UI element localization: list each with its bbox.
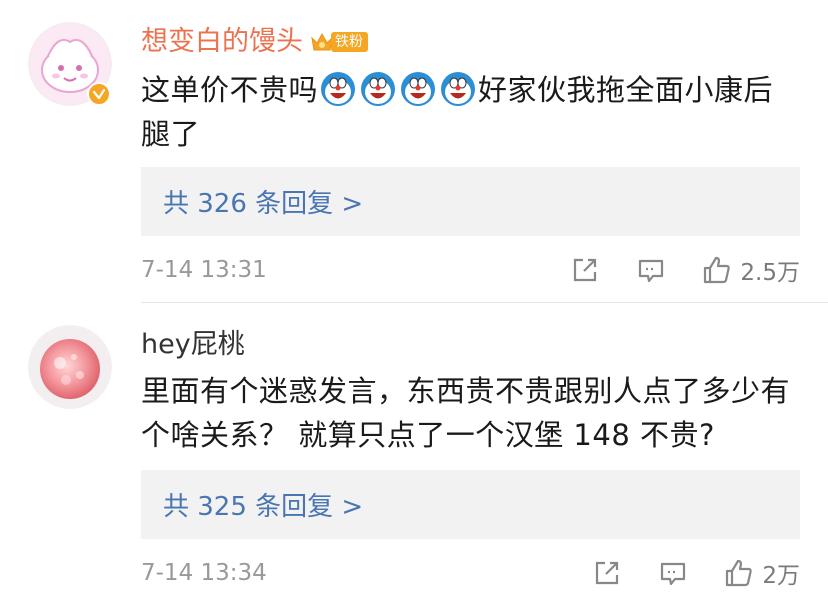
like-button[interactable]: 2.5万	[702, 253, 800, 287]
comment-item: hey屁桃 里面有个迷惑发言，东西贵不贵跟别人点了多少有个啥关系？ 就算只点了一…	[0, 303, 828, 615]
username-row: 想变白的馒头 铁粉	[141, 24, 368, 60]
fan-badge-label: 铁粉	[331, 32, 368, 52]
timestamp: 7-14 13:31	[141, 257, 267, 283]
comment-text: 里面有个迷惑发言，东西贵不贵跟别人点了多少有个啥关系？ 就算只点了一个汉堡 14…	[141, 374, 791, 452]
thumbs-up-icon	[726, 559, 753, 587]
share-icon	[574, 258, 597, 282]
share-icon	[596, 561, 619, 585]
view-replies-button[interactable]: 共 325 条回复 >	[141, 470, 800, 539]
replies-label: 共 326 条回复 >	[163, 189, 364, 219]
avatar-peach-image	[28, 325, 112, 409]
comment-text-part: 这单价不贵吗	[141, 73, 319, 107]
comment-actions: 2万	[592, 556, 800, 590]
username-row: hey屁桃	[141, 327, 245, 363]
like-count: 2.5万	[740, 260, 800, 286]
like-count: 2万	[762, 563, 800, 589]
verified-badge-icon	[87, 82, 111, 106]
comment-meta: 7-14 13:31 2.5万	[141, 253, 800, 287]
comment-button[interactable]	[658, 558, 688, 588]
comment-icon	[639, 259, 664, 283]
share-button[interactable]	[592, 558, 622, 588]
doraemon-laugh-icon	[439, 70, 477, 108]
username[interactable]: 想变白的馒头	[141, 24, 303, 60]
doraemon-laugh-icon	[359, 70, 397, 108]
thumbs-up-icon	[704, 256, 731, 284]
comment-icon	[661, 562, 686, 586]
username[interactable]: hey屁桃	[141, 327, 245, 363]
comment-actions: 2.5万	[570, 253, 800, 287]
like-button[interactable]: 2万	[724, 556, 800, 590]
view-replies-button[interactable]: 共 326 条回复 >	[141, 167, 800, 236]
comment-meta: 7-14 13:34 2万	[141, 556, 800, 590]
share-button[interactable]	[570, 255, 600, 285]
doraemon-laugh-icon	[319, 70, 357, 108]
comment-text: 这单价不贵吗 好家伙我拖全面小康后腿了	[141, 68, 798, 156]
timestamp: 7-14 13:34	[141, 560, 267, 586]
comment-item: 想变白的馒头 铁粉 这单价不贵吗 好家伙我拖全面小康后腿了 共 326 条回复 >…	[0, 0, 828, 303]
replies-label: 共 325 条回复 >	[163, 492, 364, 522]
doraemon-laugh-icon	[399, 70, 437, 108]
comment-button[interactable]	[636, 255, 666, 285]
avatar[interactable]	[28, 325, 112, 409]
fan-badge: 铁粉	[309, 30, 368, 54]
